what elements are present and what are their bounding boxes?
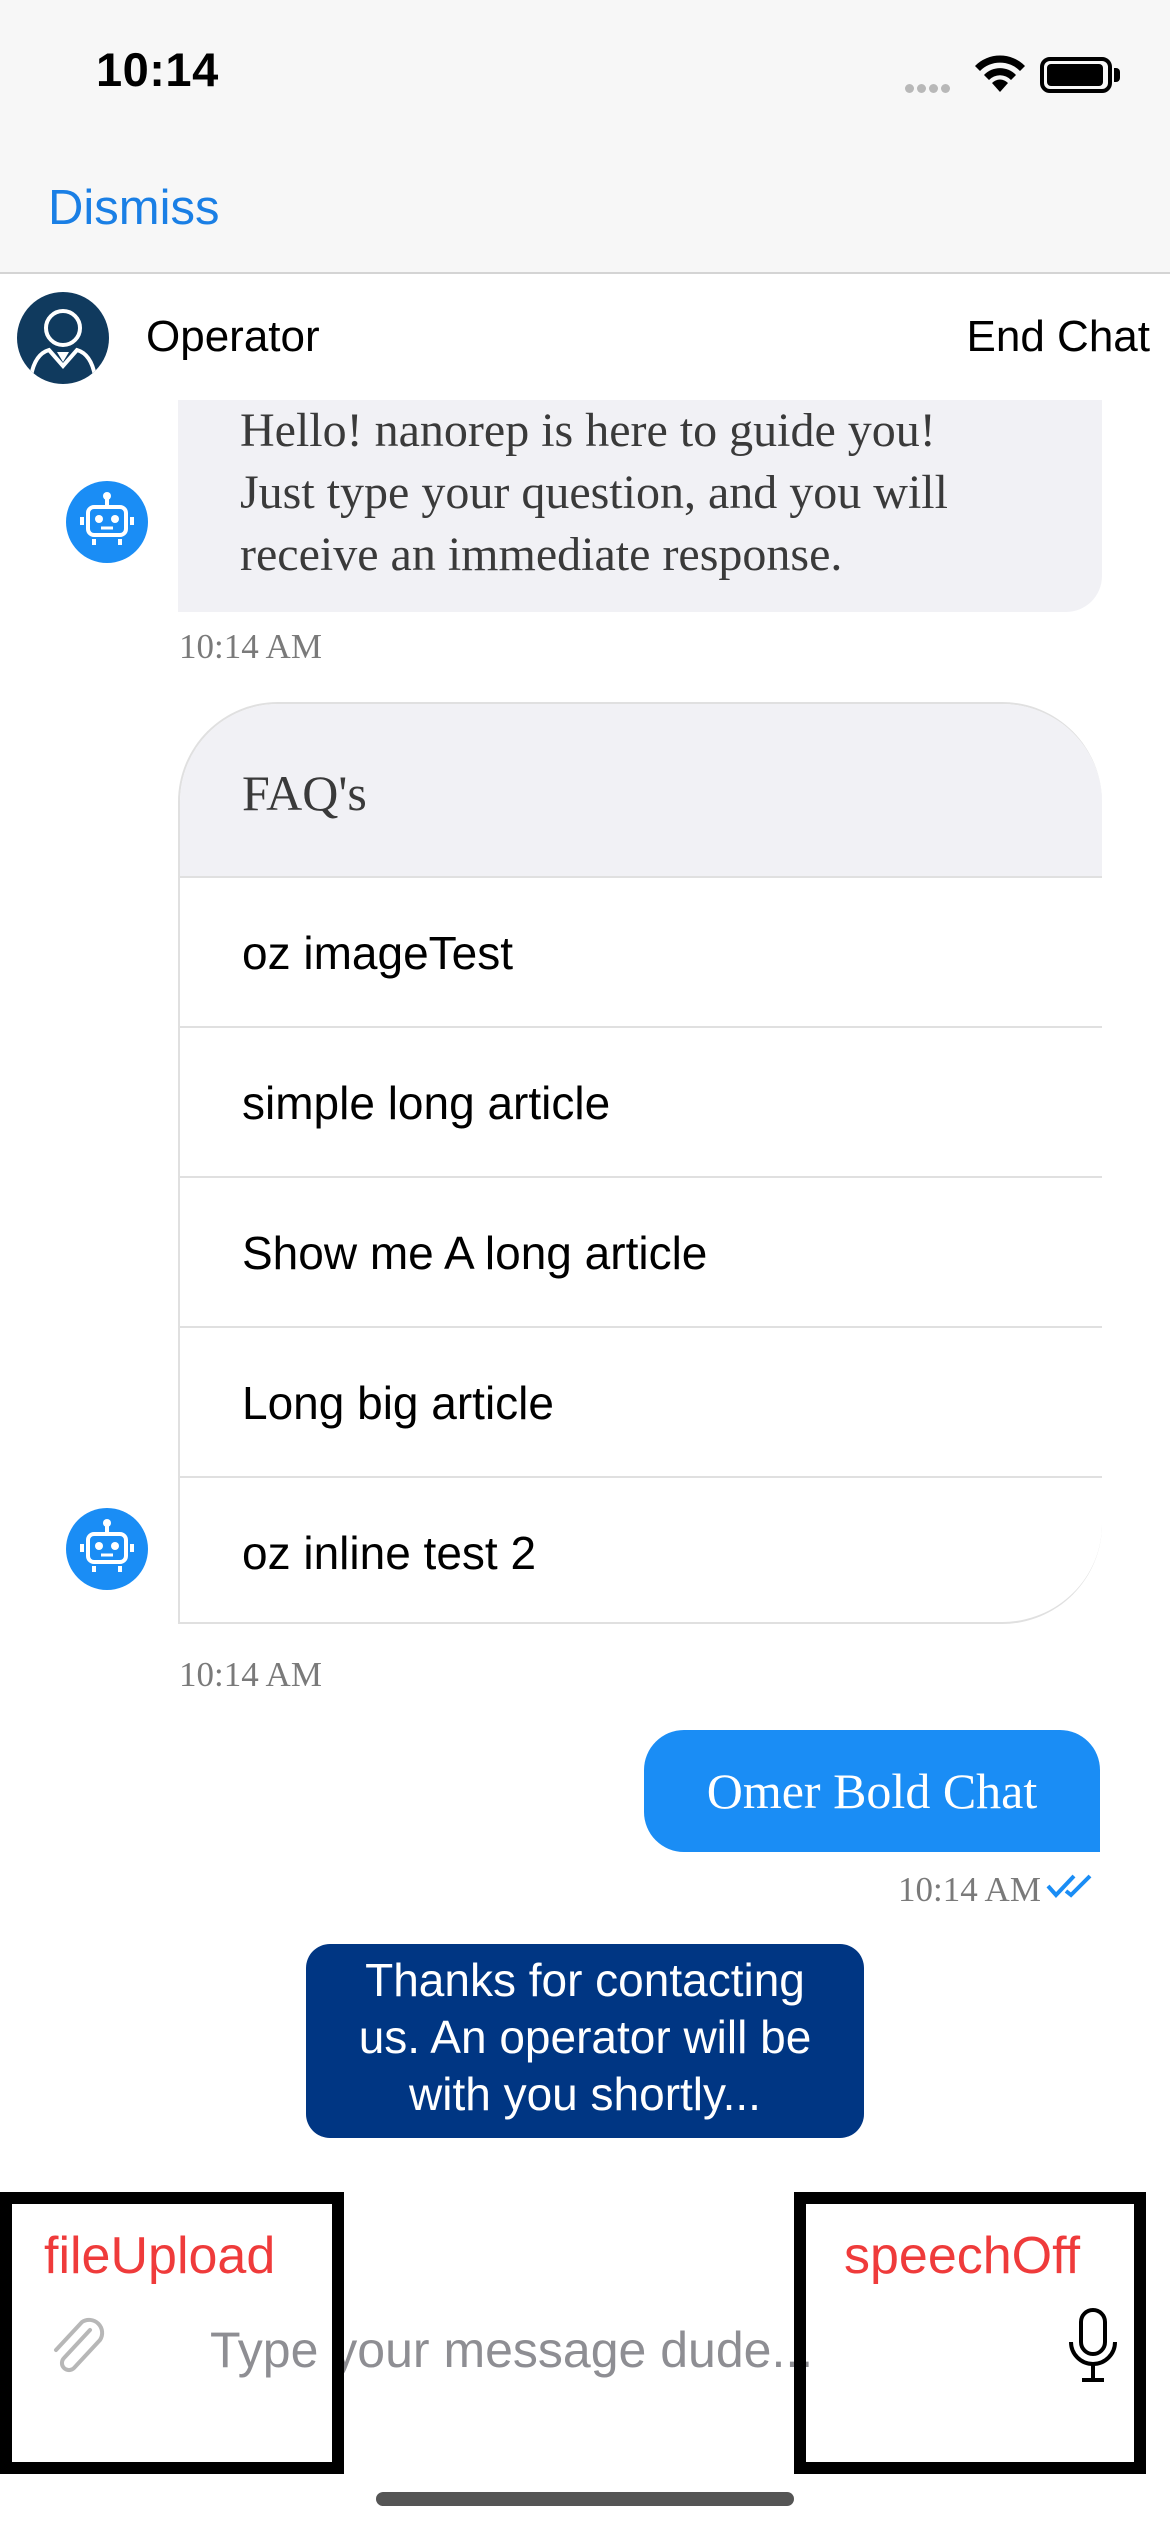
bot-greeting-text: Hello! nanorep is here to guide you! Jus… bbox=[240, 400, 1102, 586]
cellular-signal-icon bbox=[905, 80, 953, 98]
faq-item-label: simple long article bbox=[242, 1077, 611, 1129]
faq-item[interactable]: Show me A long article bbox=[180, 1176, 1102, 1326]
operator-avatar-icon bbox=[17, 292, 109, 384]
system-message-line: Thanks for contacting bbox=[365, 1954, 805, 2006]
system-message-line: us. An operator will be bbox=[358, 2011, 812, 2063]
faq-item-label: Show me A long article bbox=[242, 1227, 708, 1279]
bot-greeting-line: Hello! nanorep is here to guide you! bbox=[240, 404, 936, 457]
robot-icon bbox=[66, 1508, 148, 1590]
system-message-text: Thanks for contacting us. An operator wi… bbox=[316, 1952, 854, 2123]
home-indicator bbox=[376, 2492, 794, 2506]
operator-name: Operator bbox=[146, 312, 320, 361]
faq-item-label: Long big article bbox=[242, 1377, 554, 1429]
speech-label: speechOff bbox=[844, 2227, 1081, 2285]
faq-item[interactable]: oz inline test 2 bbox=[180, 1476, 1102, 1622]
user-message-bubble: Omer Bold Chat bbox=[644, 1730, 1100, 1852]
battery-cap bbox=[1114, 68, 1120, 82]
battery-icon bbox=[1040, 57, 1112, 93]
message-timestamp: 10:14 AM bbox=[179, 627, 322, 666]
message-timestamp: 10:14 AM bbox=[179, 1655, 322, 1694]
system-message-line: with you shortly... bbox=[409, 2068, 761, 2120]
status-time: 10:14 bbox=[96, 43, 219, 96]
faq-card: FAQ's oz imageTest simple long article S… bbox=[178, 702, 1102, 1624]
faq-header: FAQ's bbox=[180, 704, 1102, 876]
faq-item[interactable]: simple long article bbox=[180, 1026, 1102, 1176]
system-message-bubble: Thanks for contacting us. An operator wi… bbox=[306, 1944, 864, 2138]
end-chat-button[interactable]: End Chat bbox=[967, 312, 1150, 362]
file-upload-label: fileUpload bbox=[44, 2227, 276, 2285]
double-check-icon bbox=[1046, 1874, 1092, 1898]
bot-greeting-bubble: Hello! nanorep is here to guide you! Jus… bbox=[178, 400, 1102, 612]
faq-item-label: oz inline test 2 bbox=[242, 1527, 537, 1579]
wifi-icon bbox=[975, 55, 1025, 92]
faq-item[interactable]: Long big article bbox=[180, 1326, 1102, 1476]
faq-item[interactable]: oz imageTest bbox=[180, 876, 1102, 1026]
robot-icon bbox=[66, 481, 148, 563]
bot-greeting-line: Just type your question, and you will bbox=[240, 466, 948, 519]
faq-title: FAQ's bbox=[242, 765, 367, 821]
faq-item-label: oz imageTest bbox=[242, 927, 514, 979]
message-timestamp: 10:14 AM bbox=[898, 1870, 1041, 1909]
bot-greeting-line: receive an immediate response. bbox=[240, 528, 843, 581]
user-message-text: Omer Bold Chat bbox=[706, 1763, 1038, 1819]
dismiss-button[interactable]: Dismiss bbox=[48, 180, 219, 236]
